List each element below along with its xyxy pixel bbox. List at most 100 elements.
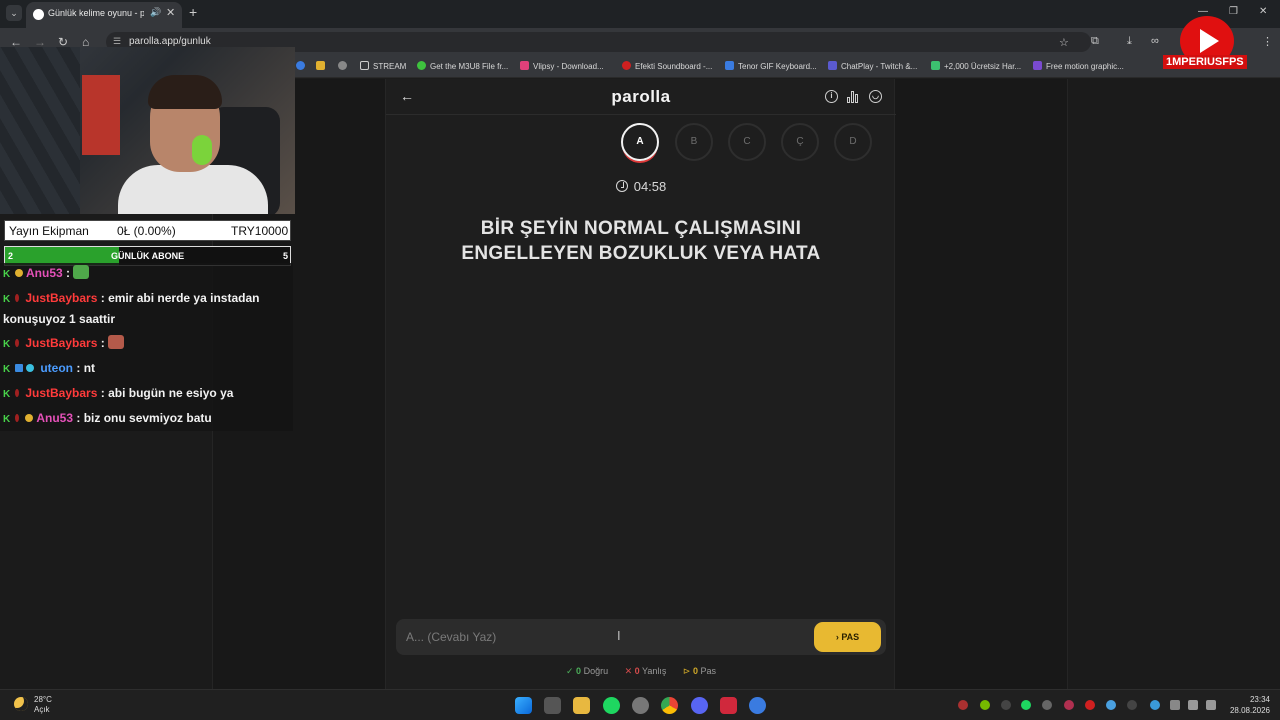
bookmark-motion[interactable]: Free motion graphic...	[1033, 61, 1124, 71]
channel-name: 1MPERIUSFPS	[1163, 55, 1247, 69]
bookmark-icon[interactable]	[338, 61, 351, 71]
question-text: BİR ŞEYİN NORMAL ÇALIŞMASINI ENGELLEYEN …	[416, 216, 866, 266]
browser-tab[interactable]: Günlük kelime oyunu - parolla 🔊 ✕	[26, 2, 182, 28]
right-gutter	[1067, 79, 1280, 689]
tray-icon[interactable]	[1085, 700, 1095, 710]
question-line-1: BİR ŞEYİN NORMAL ÇALIŞMASINI	[480, 218, 802, 239]
bookmark-star-icon[interactable]: ☆	[1059, 36, 1069, 49]
gem-badge-icon	[26, 364, 34, 372]
letter-a-circle: A	[621, 123, 659, 161]
text-cursor-icon: I	[617, 628, 621, 643]
system-clock[interactable]: 23:34 28.08.2026	[1222, 694, 1270, 716]
steam-icon[interactable]	[1127, 700, 1137, 710]
tray-icon[interactable]	[1001, 700, 1011, 710]
letter-cc-circle: Ç	[781, 123, 819, 161]
stats-icon[interactable]	[847, 90, 860, 103]
moon-weather-icon[interactable]	[14, 697, 28, 711]
equipment-label: Yayın Ekipman	[9, 224, 89, 238]
bookmark-efekti[interactable]: Efekti Soundboard -...	[622, 61, 712, 71]
bookmark-m3u8[interactable]: Get the M3U8 File fr...	[417, 61, 508, 71]
mod-badge-icon	[15, 364, 23, 372]
sub-badge-icon	[25, 414, 34, 422]
tray-icon[interactable]	[958, 700, 968, 710]
chat-message: K JustBaybars :	[3, 333, 125, 354]
bookmark-chatplay[interactable]: ChatPlay - Twitch &...	[828, 61, 917, 71]
restore-icon[interactable]: ❐	[1229, 6, 1238, 17]
timer: 04:58	[386, 179, 896, 194]
bookmark-vlipsy[interactable]: Vlipsy - Download...	[520, 61, 604, 71]
app-header: ← parolla i ◡	[386, 79, 896, 115]
profile-icon[interactable]: ◡	[869, 90, 882, 103]
acoustic-wall	[0, 47, 80, 214]
goal-target: 5	[283, 251, 289, 261]
equipment-target: TRY10000	[231, 224, 289, 238]
tab-search-button[interactable]: ⌄	[6, 5, 22, 21]
pas-label: PAS	[841, 632, 860, 642]
start-icon[interactable]	[515, 697, 532, 714]
volume-icon[interactable]	[1206, 700, 1216, 710]
wrong-stat: ✕ 0 Yanlış	[624, 666, 667, 676]
bookmark-ucretsiz[interactable]: +2,000 Ücretsiz Har...	[931, 61, 1021, 71]
extensions-icon[interactable]: ⧉	[1091, 35, 1099, 48]
folder-icon	[360, 61, 369, 70]
windows-taskbar: 28°C Açık 23:34 28.08.2026	[0, 689, 1280, 720]
menu-icon[interactable]: ⋮	[1262, 35, 1273, 48]
goal-current: 2	[8, 251, 14, 261]
chrome-icon[interactable]	[661, 697, 678, 714]
close-window-icon[interactable]: ✕	[1259, 6, 1267, 17]
bookmark-tenor[interactable]: Tenor GIF Keyboard...	[725, 61, 817, 71]
obs-icon[interactable]	[632, 697, 649, 714]
rank-badge-icon	[15, 339, 19, 347]
pas-button[interactable]: › PAS	[814, 622, 881, 652]
download-icon[interactable]: ⤓	[1127, 35, 1132, 48]
parolla-favicon	[33, 9, 44, 20]
parolla-app: ← parolla i ◡ A B C Ç D 04:58 BİR ŞEYİN …	[385, 79, 896, 689]
bookmark-icon[interactable]	[296, 61, 309, 71]
headset-icon	[192, 135, 212, 165]
site-info-icon[interactable]: ☰	[113, 36, 121, 47]
info-icon[interactable]: i	[825, 90, 838, 103]
browser-tab-bar: ⌄ Günlük kelime oyunu - parolla 🔊 ✕ + — …	[0, 0, 1280, 28]
spotify-tray-icon[interactable]	[1021, 700, 1031, 710]
speaker-icon[interactable]: 🔊	[150, 7, 161, 18]
bookmark-icon[interactable]	[316, 61, 329, 71]
task-view-icon[interactable]	[544, 697, 561, 714]
wifi-icon[interactable]	[1188, 700, 1198, 710]
timer-value: 04:58	[633, 179, 667, 194]
microphone-icon[interactable]	[1170, 700, 1180, 710]
cross-icon: ✕	[624, 666, 633, 676]
chat-message-continued: konuşuyoz 1 saattir	[3, 312, 116, 326]
score-stats: ✓ 0 Doğru ✕ 0 Yanlış ⊳ 0 Pas	[386, 666, 896, 677]
chat-message: K uteon : nt	[3, 361, 96, 375]
discord-icon[interactable]	[691, 697, 708, 714]
close-tab-icon[interactable]: ✕	[166, 6, 175, 19]
kick-badge-icon: K	[3, 339, 11, 350]
kick-badge-icon: K	[3, 389, 11, 400]
pass-stat: ⊳ 0 Pas	[682, 666, 717, 676]
weather-widget[interactable]: 28°C Açık	[34, 695, 52, 715]
clock-icon	[615, 180, 628, 192]
telegram-icon[interactable]	[1106, 700, 1116, 710]
new-tab-icon[interactable]: +	[189, 4, 197, 20]
correct-stat: ✓ 0 Doğru	[565, 666, 609, 676]
kick-badge-icon: K	[3, 269, 11, 280]
file-explorer-icon[interactable]	[573, 697, 590, 714]
nvidia-icon[interactable]	[980, 700, 990, 710]
spotify-icon[interactable]	[603, 697, 620, 714]
kick-badge-icon: K	[3, 294, 11, 305]
chat-message: K JustBaybars : abi bugün ne esiyo ya	[3, 386, 234, 400]
equipment-progress: 0Ł (0.00%)	[117, 224, 176, 238]
app-icon[interactable]	[720, 697, 737, 714]
tray-icon[interactable]	[1064, 700, 1074, 710]
bookmark-folder-stream[interactable]: STREAM	[360, 61, 406, 71]
network-app-icon[interactable]	[749, 697, 766, 714]
letter-c-circle: C	[728, 123, 766, 161]
pepe-emote-icon	[73, 265, 90, 279]
stream-chat: K Anu53 : K JustBaybars : emir abi nerde …	[0, 263, 293, 431]
answer-input[interactable]	[406, 628, 786, 646]
app-logo[interactable]: parolla	[386, 87, 896, 107]
tray-icon[interactable]	[1042, 700, 1052, 710]
tray-icon[interactable]	[1150, 700, 1160, 710]
wall-poster	[82, 75, 120, 155]
link-icon[interactable]: ∞	[1151, 35, 1159, 47]
